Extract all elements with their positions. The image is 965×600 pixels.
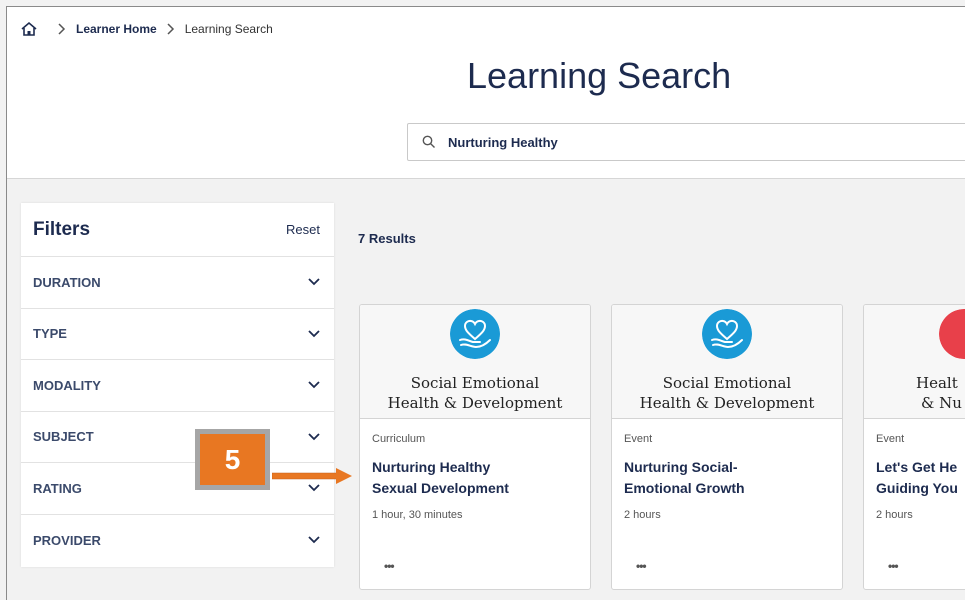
banner-line: Healt bbox=[916, 374, 958, 392]
search-icon bbox=[422, 135, 435, 148]
filter-label: TYPE bbox=[33, 326, 67, 342]
home-icon[interactable] bbox=[20, 21, 38, 37]
filter-provider[interactable]: PROVIDER bbox=[21, 515, 334, 567]
card-title[interactable]: Nurturing Healthy Sexual Development bbox=[372, 457, 582, 499]
card-duration: 2 hours bbox=[624, 509, 661, 521]
chevron-down-icon bbox=[308, 330, 320, 338]
learning-card[interactable]: Social Emotional Health & Development Ev… bbox=[611, 304, 843, 590]
chevron-down-icon bbox=[308, 381, 320, 389]
reset-filters-link[interactable]: Reset bbox=[286, 222, 320, 237]
card-duration: 1 hour, 30 minutes bbox=[372, 509, 463, 521]
page-header: Learner Home Learning Search Learning Se… bbox=[7, 7, 965, 179]
filter-label: RATING bbox=[33, 480, 82, 496]
card-banner-title: Healt & Nu bbox=[916, 373, 965, 413]
chevron-down-icon bbox=[308, 536, 320, 544]
chevron-right-icon bbox=[58, 23, 66, 35]
learning-card[interactable]: Social Emotional Health & Development Cu… bbox=[359, 304, 591, 590]
filter-modality[interactable]: MODALITY bbox=[21, 360, 334, 412]
banner-line: Social Emotional bbox=[410, 374, 540, 392]
more-options-icon[interactable]: ••• bbox=[636, 559, 647, 573]
chevron-down-icon bbox=[308, 484, 320, 492]
heart-hand-icon bbox=[450, 309, 500, 359]
more-options-icon[interactable]: ••• bbox=[384, 559, 395, 573]
search-box[interactable] bbox=[407, 123, 965, 161]
banner-line: Health & Development bbox=[387, 394, 563, 412]
card-title[interactable]: Nurturing Social- Emotional Growth bbox=[624, 457, 834, 499]
chevron-right-icon bbox=[167, 23, 174, 35]
card-type: Curriculum bbox=[372, 433, 426, 445]
heart-hand-icon bbox=[939, 309, 965, 359]
heart-hand-icon bbox=[702, 309, 752, 359]
step-callout-badge: 5 bbox=[195, 429, 270, 490]
chevron-down-icon bbox=[308, 433, 320, 441]
card-title-line: Nurturing Social- bbox=[624, 459, 738, 475]
filters-header: Filters Reset bbox=[21, 203, 334, 257]
card-banner-title: Social Emotional Health & Development bbox=[612, 373, 842, 413]
breadcrumb-current: Learning Search bbox=[184, 22, 273, 36]
step-number: 5 bbox=[200, 434, 265, 485]
filter-label: DURATION bbox=[33, 274, 101, 290]
filters-title: Filters bbox=[33, 218, 91, 240]
filter-duration[interactable]: DURATION bbox=[21, 257, 334, 309]
card-title-line: Sexual Development bbox=[372, 480, 509, 496]
more-options-icon[interactable]: ••• bbox=[888, 559, 899, 573]
filter-type[interactable]: TYPE bbox=[21, 309, 334, 360]
page-title: Learning Search bbox=[467, 55, 732, 96]
breadcrumb-learner-home[interactable]: Learner Home bbox=[76, 22, 157, 36]
card-type: Event bbox=[624, 433, 653, 445]
card-type: Event bbox=[876, 433, 905, 445]
banner-line: Health & Development bbox=[639, 394, 815, 412]
chevron-down-icon bbox=[308, 278, 320, 286]
card-banner: Healt & Nu bbox=[864, 305, 965, 419]
card-title[interactable]: Let's Get He Guiding You bbox=[876, 457, 965, 499]
card-title-line: Let's Get He bbox=[876, 459, 958, 475]
learning-card[interactable]: Healt & Nu Event Let's Get He Guiding Yo… bbox=[863, 304, 965, 590]
filter-subject[interactable]: SUBJECT bbox=[21, 412, 334, 463]
callout-arrow-icon bbox=[272, 468, 352, 484]
filter-label: SUBJECT bbox=[33, 429, 94, 445]
card-title-line: Guiding You bbox=[876, 480, 958, 496]
card-banner-title: Social Emotional Health & Development bbox=[360, 373, 590, 413]
card-title-line: Nurturing Healthy bbox=[372, 459, 491, 475]
card-duration: 2 hours bbox=[876, 509, 913, 521]
card-banner: Social Emotional Health & Development bbox=[360, 305, 590, 419]
app-frame: Learner Home Learning Search Learning Se… bbox=[6, 6, 965, 600]
card-title-line: Emotional Growth bbox=[624, 480, 745, 496]
card-banner: Social Emotional Health & Development bbox=[612, 305, 842, 419]
filters-panel: Filters Reset DURATION TYPE MODALITY SUB… bbox=[21, 203, 334, 567]
search-input[interactable] bbox=[448, 134, 928, 150]
filter-label: MODALITY bbox=[33, 377, 101, 393]
banner-line: Social Emotional bbox=[662, 374, 792, 392]
filter-label: PROVIDER bbox=[33, 532, 101, 548]
results-count: 7 Results bbox=[358, 231, 416, 246]
breadcrumb: Learner Home Learning Search bbox=[20, 21, 273, 37]
banner-line: & Nu bbox=[921, 394, 962, 412]
